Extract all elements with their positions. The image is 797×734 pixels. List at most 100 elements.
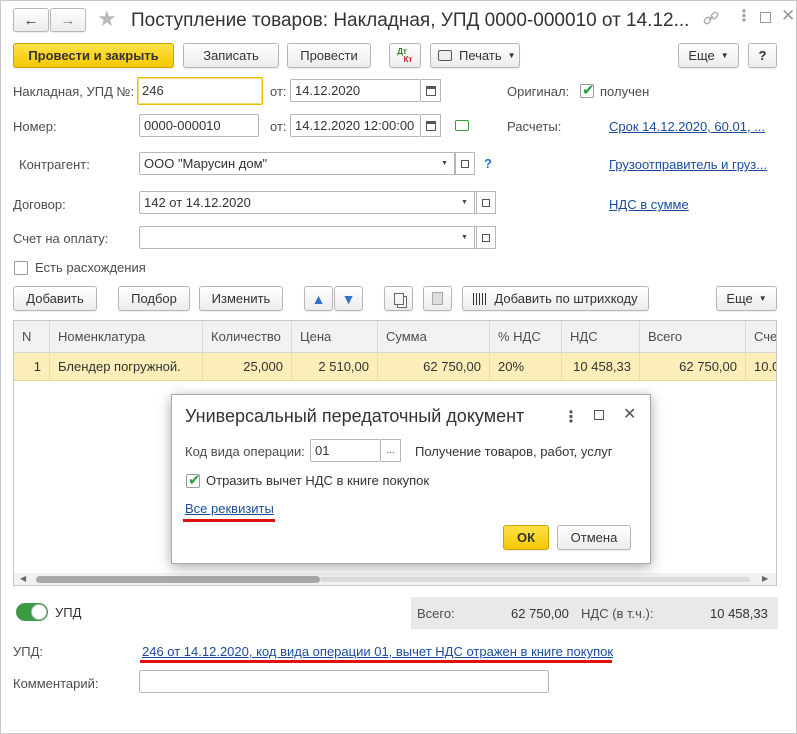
shipper-link[interactable]: Грузоотправитель и груз... [609, 157, 767, 172]
upd-link[interactable]: 246 от 14.12.2020, код вида операции 01,… [142, 644, 613, 659]
favorite-star-icon[interactable]: ★ [97, 6, 117, 32]
column-header[interactable]: N [14, 321, 50, 353]
scrollbar-track[interactable] [320, 577, 750, 582]
settlements-link[interactable]: Срок 14.12.2020, 60.01, ... [609, 119, 765, 134]
column-header[interactable]: Всего [640, 321, 746, 353]
total-label: Всего: [417, 606, 455, 621]
comment-input[interactable] [139, 670, 549, 693]
arrow-down-icon: ▼ [341, 290, 356, 307]
horizontal-scrollbar[interactable]: ◀ ▶ [14, 573, 776, 585]
discrepancy-label: Есть расхождения [35, 260, 146, 275]
invoice-number-label: Накладная, УПД №: [13, 84, 135, 99]
dialog-title: Универсальный передаточный документ [185, 406, 525, 426]
table-cell[interactable]: 25,000 [203, 353, 292, 381]
scroll-right-icon[interactable]: ▶ [762, 574, 768, 583]
calendar-button[interactable] [421, 79, 441, 102]
payment-dropdown[interactable]: ▼ [455, 226, 475, 249]
vat-in-amount-link[interactable]: НДС в сумме [609, 197, 689, 212]
number-datetime-input[interactable]: 14.12.2020 12:00:00 [290, 114, 421, 137]
save-button[interactable]: Записать [183, 43, 279, 68]
chevron-down-icon: ▼ [461, 199, 468, 206]
link-icon[interactable] [702, 9, 720, 27]
scroll-left-icon[interactable]: ◀ [20, 574, 26, 583]
op-code-input[interactable]: 01 [310, 439, 381, 462]
cancel-button[interactable]: Отмена [557, 525, 631, 550]
check-icon: ✔ [582, 82, 595, 99]
red-underline [140, 660, 612, 663]
calendar-button-2[interactable] [421, 114, 441, 137]
select-button[interactable]: Подбор [118, 286, 190, 311]
post-and-close-button[interactable]: Провести и закрыть [13, 43, 174, 68]
dialog-menu-icon[interactable]: ⋮ [563, 407, 579, 427]
menu-dots-icon[interactable]: ⋮ [736, 8, 752, 26]
scrollbar-thumb[interactable] [36, 576, 320, 583]
column-header[interactable]: Сче [746, 321, 776, 353]
table-cell[interactable]: 10 458,33 [562, 353, 640, 381]
counterparty-input[interactable]: ООО "Марусин дом" [139, 152, 455, 175]
dialog-maximize-icon[interactable] [594, 410, 604, 420]
copy-button[interactable] [384, 286, 413, 311]
move-up-button[interactable]: ▲ [304, 286, 333, 311]
contract-open-button[interactable] [476, 191, 496, 214]
print-button[interactable]: Печать ▼ [430, 43, 520, 68]
paste-button[interactable] [423, 286, 452, 311]
column-header[interactable]: % НДС [490, 321, 562, 353]
move-down-button[interactable]: ▼ [334, 286, 363, 311]
vat-total-label: НДС (в т.ч.): [581, 606, 654, 621]
add-by-barcode-button[interactable]: Добавить по штрихкоду [462, 286, 649, 311]
table-more-button[interactable]: Еще ▼ [716, 286, 777, 311]
ok-button[interactable]: ОК [503, 525, 549, 550]
table-cell[interactable]: 62 750,00 [378, 353, 490, 381]
forward-button[interactable]: → [50, 8, 86, 32]
column-header[interactable]: Количество [203, 321, 292, 353]
op-code-select-button[interactable]: ... [381, 439, 401, 462]
total-value: 62 750,00 [511, 606, 569, 621]
back-button[interactable]: ← [13, 8, 49, 32]
contract-dropdown[interactable]: ▼ [455, 191, 475, 214]
invoice-date-input[interactable]: 14.12.2020 [290, 79, 421, 102]
contract-label: Договор: [13, 197, 66, 212]
help-icon[interactable]: ? [484, 156, 492, 171]
counterparty-open-button[interactable] [455, 152, 475, 175]
add-row-button[interactable]: Добавить [13, 286, 97, 311]
more-button[interactable]: Еще ▼ [678, 43, 739, 68]
number-date-label: от: [270, 119, 287, 134]
contract-input[interactable]: 142 от 14.12.2020 [139, 191, 477, 214]
op-code-label: Код вида операции: [185, 444, 305, 459]
payment-account-input[interactable] [139, 226, 477, 249]
table-cell[interactable]: Блендер погружной. [50, 353, 203, 381]
number-label: Номер: [13, 119, 57, 134]
vat-deduction-checkbox[interactable]: ✔ [186, 472, 201, 489]
calendar-icon [425, 85, 436, 96]
discrepancy-checkbox[interactable] [14, 261, 28, 275]
column-header[interactable]: Номенклатура [50, 321, 203, 353]
column-header[interactable]: Цена [292, 321, 378, 353]
upd-toggle[interactable] [16, 603, 48, 621]
maximize-icon[interactable] [760, 12, 771, 23]
payment-open-button[interactable] [476, 226, 496, 249]
upd-label: УПД: [13, 644, 44, 659]
help-button[interactable]: ? [748, 43, 777, 68]
open-form-icon [482, 198, 490, 207]
all-details-link[interactable]: Все реквизиты [185, 501, 274, 516]
table-cell[interactable]: 62 750,00 [640, 353, 746, 381]
comment-icon[interactable] [455, 120, 469, 131]
table-row[interactable]: 1 Блендер погружной. 25,000 2 510,00 62 … [14, 353, 776, 381]
invoice-number-input[interactable]: 246 [137, 77, 263, 105]
original-checkbox[interactable]: ✔ [580, 82, 595, 99]
dt-kt-button[interactable]: Дт Кт [389, 43, 421, 68]
number-input[interactable]: 0000-000010 [139, 114, 259, 137]
table-cell[interactable]: 10.0 [746, 353, 776, 381]
post-button[interactable]: Провести [287, 43, 371, 68]
column-header[interactable]: НДС [562, 321, 640, 353]
close-icon[interactable]: ✕ [781, 6, 795, 26]
table-cell[interactable]: 1 [14, 353, 50, 381]
edit-button[interactable]: Изменить [199, 286, 283, 311]
open-form-icon [461, 159, 469, 168]
table-cell[interactable]: 2 510,00 [292, 353, 378, 381]
table-cell[interactable]: 20% [490, 353, 562, 381]
chevron-down-icon: ▼ [461, 234, 468, 241]
counterparty-dropdown[interactable]: ▼ [435, 152, 455, 175]
column-header[interactable]: Сумма [378, 321, 490, 353]
dialog-close-icon[interactable]: ✕ [623, 404, 636, 424]
